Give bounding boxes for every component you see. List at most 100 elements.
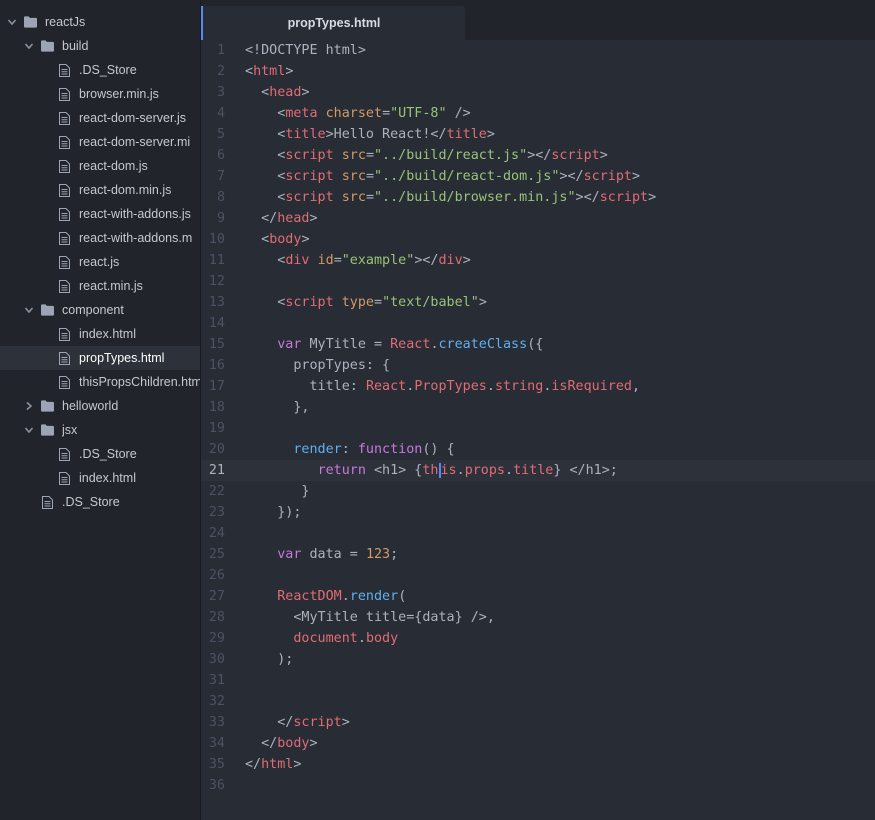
code-token: > <box>301 232 310 247</box>
chevron-down-icon[interactable] <box>6 16 18 28</box>
code-line[interactable]: 19 <box>201 418 875 439</box>
code-text: return <h1> {th is.props.title} </h1>; <box>245 460 618 481</box>
code-line[interactable]: 31 <box>201 670 875 691</box>
code-line[interactable]: 36 <box>201 775 875 796</box>
code-line[interactable]: 11 <div id="example"></div> <box>201 250 875 271</box>
chevron-down-icon[interactable] <box>23 424 35 436</box>
code-token: title <box>446 127 487 142</box>
code-line[interactable]: 35 </html> <box>201 754 875 775</box>
code-line[interactable]: 34 </body> <box>201 733 875 754</box>
line-number: 8 <box>216 190 225 205</box>
code-line[interactable]: 3 <head> <box>201 82 875 103</box>
code-line[interactable]: 21 return <h1> {th is.props.title} </h1>; <box>201 460 875 481</box>
tree-file-react-js[interactable]: react.js <box>0 250 200 274</box>
tree-file-index-html[interactable]: index.html <box>0 466 200 490</box>
code-line[interactable]: 28 <MyTitle title={data} />, <box>201 607 875 628</box>
tree-folder-component[interactable]: component <box>0 298 200 322</box>
code-token: </ <box>245 757 262 772</box>
code-line[interactable]: 32 <box>201 691 875 712</box>
code-line[interactable]: 12 <box>201 271 875 292</box>
tree-file-react-dom-js[interactable]: react-dom.js <box>0 154 200 178</box>
code-token: function <box>357 442 423 457</box>
file-tree-panel: reactJs build .DS_Store browser.min.js react… <box>0 0 201 820</box>
code-text: ReactDOM.render( <box>245 586 406 607</box>
tree-file-ds-store[interactable]: .DS_Store <box>0 442 200 466</box>
tab-proptypes-html[interactable]: propTypes.html <box>201 6 465 40</box>
code-token: React <box>390 337 431 352</box>
tree-file-react-dom-server-mi[interactable]: react-dom-server.mi <box>0 130 200 154</box>
code-text: render: function() { <box>245 439 454 460</box>
code-token: render <box>349 589 399 604</box>
line-number: 11 <box>208 253 225 268</box>
chevron-right-icon[interactable] <box>23 400 35 412</box>
code-token: . <box>357 631 366 646</box>
tree-item-label: .DS_Store <box>79 63 137 77</box>
code-line[interactable]: 15 var MyTitle = React.createClass({ <box>201 334 875 355</box>
code-line[interactable]: 23 }); <box>201 502 875 523</box>
code-line[interactable]: 17 title: React.PropTypes.string.isRequi… <box>201 376 875 397</box>
code-line[interactable]: 14 <box>201 313 875 334</box>
code-text: }, <box>245 397 309 418</box>
code-line[interactable]: 33 </script> <box>201 712 875 733</box>
code-line[interactable]: 22 } <box>201 481 875 502</box>
code-token: return <box>317 463 366 478</box>
code-line[interactable]: 13 <script type="text/babel"> <box>201 292 875 313</box>
code-line[interactable]: 27 ReactDOM.render( <box>201 586 875 607</box>
code-line[interactable]: 25 var data = 123; <box>201 544 875 565</box>
code-token: ({ <box>527 337 544 352</box>
code-line[interactable]: 24 <box>201 523 875 544</box>
code-editor[interactable]: 1 <!DOCTYPE html> 2 <html> 3 <head> 4 <meta c… <box>201 40 875 820</box>
file-icon <box>58 231 71 245</box>
tree-file-react-dom-min-js[interactable]: react-dom.min.js <box>0 178 200 202</box>
chevron-down-icon[interactable] <box>23 304 35 316</box>
chevron-down-icon[interactable] <box>23 40 35 52</box>
tree-file-react-with-addons-js[interactable]: react-with-addons.js <box>0 202 200 226</box>
code-line[interactable]: 1 <!DOCTYPE html> <box>201 40 875 61</box>
code-line[interactable]: 10 <body> <box>201 229 875 250</box>
code-token: < <box>245 190 286 205</box>
code-line[interactable]: 2 <html> <box>201 61 875 82</box>
tree-file-react-min-js[interactable]: react.min.js <box>0 274 200 298</box>
code-token: /> <box>446 106 471 121</box>
code-token: script <box>551 148 600 163</box>
code-line[interactable]: 26 <box>201 565 875 586</box>
code-line[interactable]: 5 <title>Hello React!</title> <box>201 124 875 145</box>
code-token: } <box>245 484 310 499</box>
code-line[interactable]: 9 </head> <box>201 208 875 229</box>
tree-file-index-html[interactable]: index.html <box>0 322 200 346</box>
code-token: isRequired <box>551 379 632 394</box>
code-token: > <box>632 169 641 184</box>
code-line[interactable]: 7 <script src="../build/react-dom.js"></… <box>201 166 875 187</box>
code-line[interactable]: 16 propTypes: { <box>201 355 875 376</box>
code-token: src <box>341 190 366 205</box>
code-line[interactable]: 30 ); <box>201 649 875 670</box>
code-text: <body> <box>245 229 310 250</box>
tree-folder-jsx[interactable]: jsx <box>0 418 200 442</box>
code-token: ); <box>245 652 294 667</box>
tree-file-proptypes-html[interactable]: propTypes.html <box>0 346 200 370</box>
code-text: title: React.PropTypes.string.isRequired… <box>245 376 640 397</box>
tree-item-label: jsx <box>62 423 78 437</box>
code-line[interactable]: 20 render: function() { <box>201 439 875 460</box>
code-line[interactable]: 6 <script src="../build/react.js"></scri… <box>201 145 875 166</box>
tree-file-ds-store[interactable]: .DS_Store <box>0 58 200 82</box>
tree-folder-helloworld[interactable]: helloworld <box>0 394 200 418</box>
tree-file-ds-store[interactable]: .DS_Store <box>0 490 200 514</box>
tree-file-browser-min-js[interactable]: browser.min.js <box>0 82 200 106</box>
code-line[interactable]: 8 <script src="../build/browser.min.js">… <box>201 187 875 208</box>
line-number: 26 <box>208 568 225 583</box>
code-line[interactable]: 18 }, <box>201 397 875 418</box>
code-line[interactable]: 4 <meta charset="UTF-8" /> <box>201 103 875 124</box>
code-text: var data = 123; <box>245 544 398 565</box>
tree-folder-build[interactable]: build <box>0 34 200 58</box>
tree-folder-reactjs[interactable]: reactJs <box>0 10 200 34</box>
tree-file-react-dom-server-js[interactable]: react-dom-server.js <box>0 106 200 130</box>
code-line[interactable]: 29 document.body <box>201 628 875 649</box>
code-token: title <box>285 127 326 142</box>
file-icon <box>58 327 71 341</box>
tree-item-label: .DS_Store <box>79 447 137 461</box>
tree-item-label: browser.min.js <box>79 87 159 101</box>
tree-file-react-with-addons-m[interactable]: react-with-addons.m <box>0 226 200 250</box>
tree-file-thispropschildren-htm[interactable]: thisPropsChildren.htm <box>0 370 200 394</box>
